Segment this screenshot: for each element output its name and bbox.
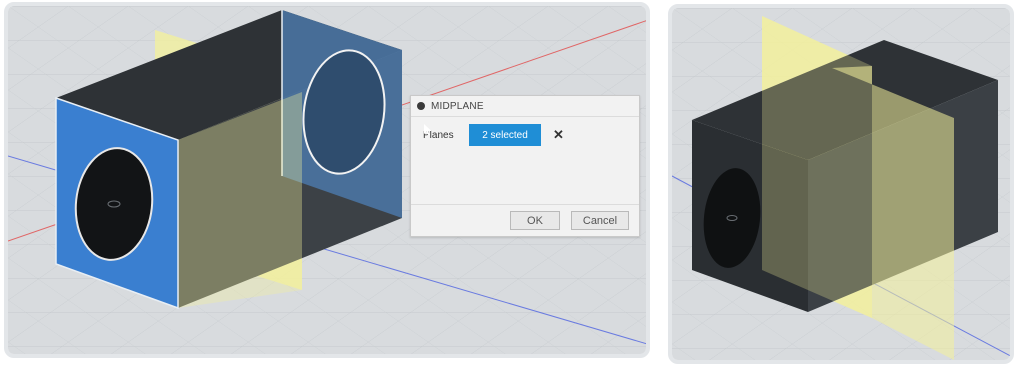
close-icon[interactable]: ✕ bbox=[553, 127, 564, 143]
viewport-right[interactable] bbox=[668, 4, 1014, 364]
midplane-front bbox=[762, 16, 872, 318]
cursor-icon bbox=[424, 124, 432, 136]
midplane-dialog: MIDPLANE Planes 2 selected ✕ OK Cancel bbox=[410, 95, 640, 237]
dot-icon[interactable] bbox=[417, 102, 425, 110]
cancel-button[interactable]: Cancel bbox=[571, 211, 629, 230]
viewport-left[interactable]: MIDPLANE Planes 2 selected ✕ OK Cancel bbox=[4, 2, 650, 358]
planes-row: Planes 2 selected ✕ bbox=[423, 124, 564, 146]
ok-button[interactable]: OK bbox=[510, 211, 560, 230]
dialog-divider bbox=[411, 204, 639, 205]
dialog-title-bar[interactable]: MIDPLANE bbox=[411, 96, 639, 117]
planes-selection-button[interactable]: 2 selected bbox=[424, 124, 541, 146]
viewport-right-canvas[interactable] bbox=[672, 8, 1014, 364]
selection-count: 2 selected bbox=[482, 129, 528, 141]
dialog-title: MIDPLANE bbox=[431, 100, 484, 112]
